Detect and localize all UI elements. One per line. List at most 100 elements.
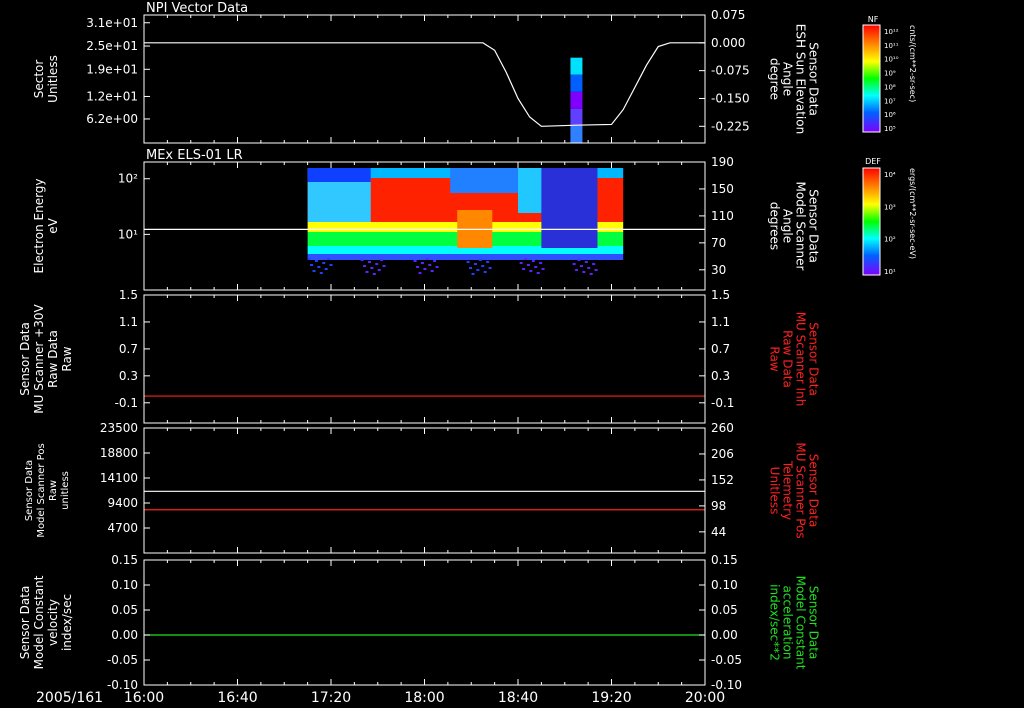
spectrogram-speckle <box>486 261 490 263</box>
spectrogram-speckle <box>329 264 333 266</box>
colorbar-tick-label: 10¹⁰ <box>884 56 899 64</box>
spectrogram-speckle <box>572 263 576 265</box>
colorbar-tick-label: 10⁶ <box>884 111 896 119</box>
y-right-axis-label-line: Sensor Data <box>807 454 821 528</box>
y-left-tick-label: 14100 <box>100 471 138 485</box>
colorbar-2 <box>862 167 881 276</box>
spectrogram-speckle <box>466 261 470 263</box>
y-right-tick-label: 98 <box>711 499 726 513</box>
spectrogram-speckle <box>481 265 485 267</box>
y-right-axis-label-line: Sensor Data <box>807 322 821 396</box>
y-right-axis-label-line: Raw Data <box>781 330 795 388</box>
y-right-axis-label-line: Sensor Data <box>807 42 821 116</box>
y-right-axis-label-line: MU Scanner Pos <box>794 442 808 538</box>
spectrogram-speckle <box>522 268 526 270</box>
nf-spectrogram-cell <box>570 74 583 92</box>
y-left-axis-label-line: Sector <box>32 60 46 99</box>
y-right-axis-label-line: Telemetry <box>781 460 795 520</box>
spectrogram-speckle <box>413 260 417 262</box>
spectrogram-speckle <box>317 266 321 268</box>
colorbar-tick-label: 10¹ <box>884 268 896 276</box>
nf-spectrogram-cell <box>570 108 583 126</box>
spectrogram-speckle <box>418 272 422 274</box>
y-left-tick-label: 0.7 <box>119 342 138 356</box>
spectrogram-speckle <box>488 267 492 269</box>
spectrogram-speckle <box>420 262 424 264</box>
y-left-axis-label-line: Electron Energy <box>32 178 46 273</box>
y-left-tick-label: 3.1e+01 <box>86 16 138 30</box>
y-left-tick-label: 1.2e+01 <box>86 89 138 103</box>
y-right-tick-label: 0.00 <box>711 628 738 642</box>
y-right-axis-label-line: Angle <box>781 62 795 96</box>
spectrogram-speckle <box>536 272 540 274</box>
y-left-tick-label: 0.00 <box>111 628 138 642</box>
spectrogram-speckle <box>367 261 371 263</box>
spectrogram-speckle <box>423 268 427 270</box>
spectrogram-cool-core <box>541 168 598 248</box>
y-right-tick-label: -0.075 <box>711 64 750 78</box>
colorbar-tick-label: 10⁷ <box>884 97 896 105</box>
colorbar-1-title: NF <box>868 15 879 24</box>
y-left-axis-label-line: velocity <box>46 599 60 646</box>
y-right-tick-label: 150 <box>711 182 734 196</box>
y-right-axis-label-line: Model Scanner <box>794 182 808 271</box>
y-right-tick-label: 0.075 <box>711 8 745 22</box>
y-right-axis-label-line: Unitless <box>768 467 782 515</box>
y-right-tick-label: 206 <box>711 447 734 461</box>
spectrogram-speckle <box>324 268 328 270</box>
spectrogram-speckle <box>594 269 598 271</box>
y-right-axis-label-line: Sensor Data <box>807 189 821 263</box>
spectrogram-cool-top-left <box>307 168 371 182</box>
y-right-tick-label: 30 <box>711 263 726 277</box>
y-left-axis-label-line: MU Scanner +30V <box>32 304 46 414</box>
spectrogram-speckle <box>382 265 386 267</box>
spectrogram-speckle <box>433 260 437 262</box>
y-left-tick-label: 0.15 <box>111 553 138 567</box>
panel-3-frame <box>143 294 706 424</box>
spectrogram-speckle <box>319 272 323 274</box>
spectrogram-speckle <box>327 258 331 260</box>
y-left-tick-label: 23500 <box>100 421 138 435</box>
spectrogram-band-5 <box>307 254 624 260</box>
spectrogram-speckle <box>363 265 367 267</box>
y-left-axis-label-line: eV <box>46 217 60 233</box>
y-left-axis-label-line: index/sec <box>60 594 74 651</box>
colorbar-tick-label: 10¹² <box>884 28 899 36</box>
spectrogram-speckle <box>370 267 374 269</box>
y-right-tick-label: 260 <box>711 421 734 435</box>
y-left-axis-label-line: Raw Data <box>46 330 60 388</box>
x-tick-label: 18:00 <box>404 690 444 706</box>
colorbar-tick-label: 10⁵ <box>884 125 896 133</box>
y-right-tick-label: 1.5 <box>711 288 730 302</box>
y-left-tick-label: -0.05 <box>107 653 138 667</box>
y-right-axis-label-line: ESH Sun Elevation <box>794 24 808 134</box>
spectrogram-speckle <box>524 258 528 260</box>
y-left-tick-label: 10¹ <box>118 227 138 241</box>
spectrogram-speckle <box>526 264 530 266</box>
spectrogram-speckle <box>365 271 369 273</box>
spectrogram-speckle <box>582 271 586 273</box>
y-right-axis-label-line: Model Constant <box>794 576 808 670</box>
y-right-tick-label: 1.1 <box>711 315 730 329</box>
nf-spectrogram-cell <box>570 125 583 143</box>
spectrogram-speckle <box>519 262 523 264</box>
x-tick-label: 16:40 <box>217 690 257 706</box>
y-right-tick-label: 0.15 <box>711 553 738 567</box>
colorbar-tick-label: 10⁸ <box>884 83 896 91</box>
y-right-tick-label: -0.1 <box>711 396 734 410</box>
spectrogram-speckle <box>425 258 429 260</box>
y-right-axis-label-line: acceleration <box>781 586 795 660</box>
spectrogram-speckle <box>575 269 579 271</box>
y-left-tick-label: 6.2e+00 <box>86 112 138 126</box>
y-left-tick-label: 18800 <box>100 446 138 460</box>
panel-1-title: NPI Vector Data <box>146 1 248 16</box>
spectrogram-speckle <box>314 260 318 262</box>
y-left-tick-label: 1.1 <box>119 315 138 329</box>
spectrogram-speckle <box>377 269 381 271</box>
x-tick-label: 17:20 <box>311 690 351 706</box>
y-right-tick-label: -0.225 <box>711 119 750 133</box>
spectrogram-speckle <box>584 261 588 263</box>
y-right-axis-label-line: degree <box>768 58 782 100</box>
spectrogram-speckle <box>312 270 316 272</box>
spectrogram-speckle <box>534 266 538 268</box>
